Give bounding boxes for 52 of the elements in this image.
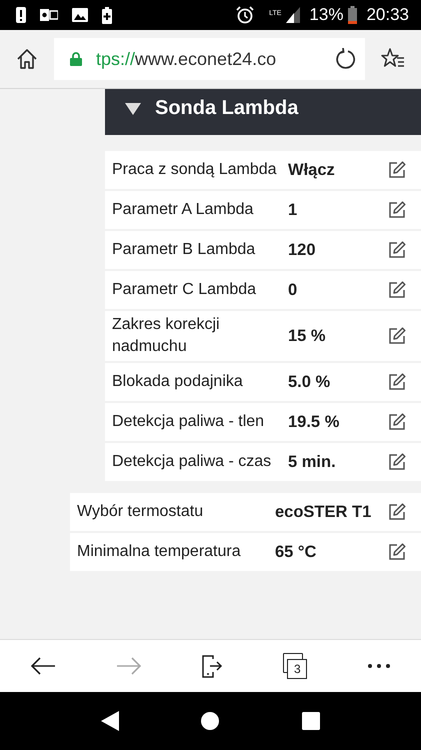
favorites-icon[interactable] — [381, 48, 405, 70]
section-title: Sonda Lambda — [155, 97, 298, 120]
edit-icon[interactable] — [387, 412, 407, 432]
clock: 20:33 — [366, 5, 409, 25]
parameter-value: 19.5 % — [288, 412, 340, 432]
parameter-label: Zakres korekcji nadmuchu — [111, 315, 221, 357]
alert-icon — [16, 7, 26, 23]
share-phone-icon[interactable] — [201, 654, 224, 678]
parameter-label: Praca z sondą Lambda — [111, 160, 278, 180]
parameter-value: 5.0 % — [288, 372, 332, 392]
edit-icon[interactable] — [387, 160, 407, 180]
setting-label: Wybór termostatu — [76, 502, 204, 522]
parameter-value: 15 % — [288, 326, 327, 346]
parameter-value: 5 min. — [288, 452, 337, 472]
parameter-label: Parametr A Lambda — [111, 200, 254, 220]
back-triangle-icon[interactable] — [100, 711, 119, 731]
lock-icon — [70, 52, 82, 66]
edit-icon[interactable] — [387, 240, 407, 260]
signal-icon — [286, 7, 300, 23]
parameter-value: 0 — [288, 280, 298, 300]
url-text: tps://www.econet24.co — [96, 48, 278, 70]
image-icon — [72, 8, 88, 22]
home-icon[interactable] — [16, 48, 38, 70]
edit-icon[interactable] — [387, 542, 407, 562]
setting-value: 65 °C — [275, 542, 318, 562]
battery-percent: 13% — [309, 5, 344, 25]
battery-icon — [348, 6, 358, 24]
parameter-label: Parametr C Lambda — [111, 280, 258, 300]
address-field[interactable]: tps://www.econet24.co — [54, 38, 365, 80]
parameter-label: Detekcja paliwa - tlen — [111, 412, 266, 432]
parameter-label: Blokada podajnika — [111, 372, 244, 392]
edit-icon[interactable] — [387, 326, 407, 346]
back-icon[interactable] — [30, 656, 56, 676]
more-icon[interactable] — [367, 663, 392, 669]
parameter-label: Detekcja paliwa - czas — [111, 452, 272, 472]
reload-icon[interactable] — [335, 48, 357, 70]
parameter-label: Parametr B Lambda — [111, 240, 256, 260]
setting-value: ecoSTER T1 — [275, 502, 372, 522]
edit-icon[interactable] — [387, 452, 407, 472]
section-header[interactable]: Sonda Lambda — [105, 89, 421, 135]
edit-icon[interactable] — [387, 200, 407, 220]
edit-icon[interactable] — [387, 280, 407, 300]
edit-icon[interactable] — [387, 372, 407, 392]
setting-label: Minimalna temperatura — [76, 542, 242, 562]
battery-plus-icon — [102, 6, 112, 24]
edit-icon[interactable] — [387, 502, 407, 522]
parameter-value: 1 — [288, 200, 298, 220]
parameter-value: 120 — [288, 240, 317, 260]
recents-square-icon[interactable] — [302, 712, 320, 730]
alarm-icon — [236, 6, 254, 24]
home-circle-icon[interactable] — [200, 711, 220, 731]
parameter-value: Włącz — [288, 160, 336, 180]
